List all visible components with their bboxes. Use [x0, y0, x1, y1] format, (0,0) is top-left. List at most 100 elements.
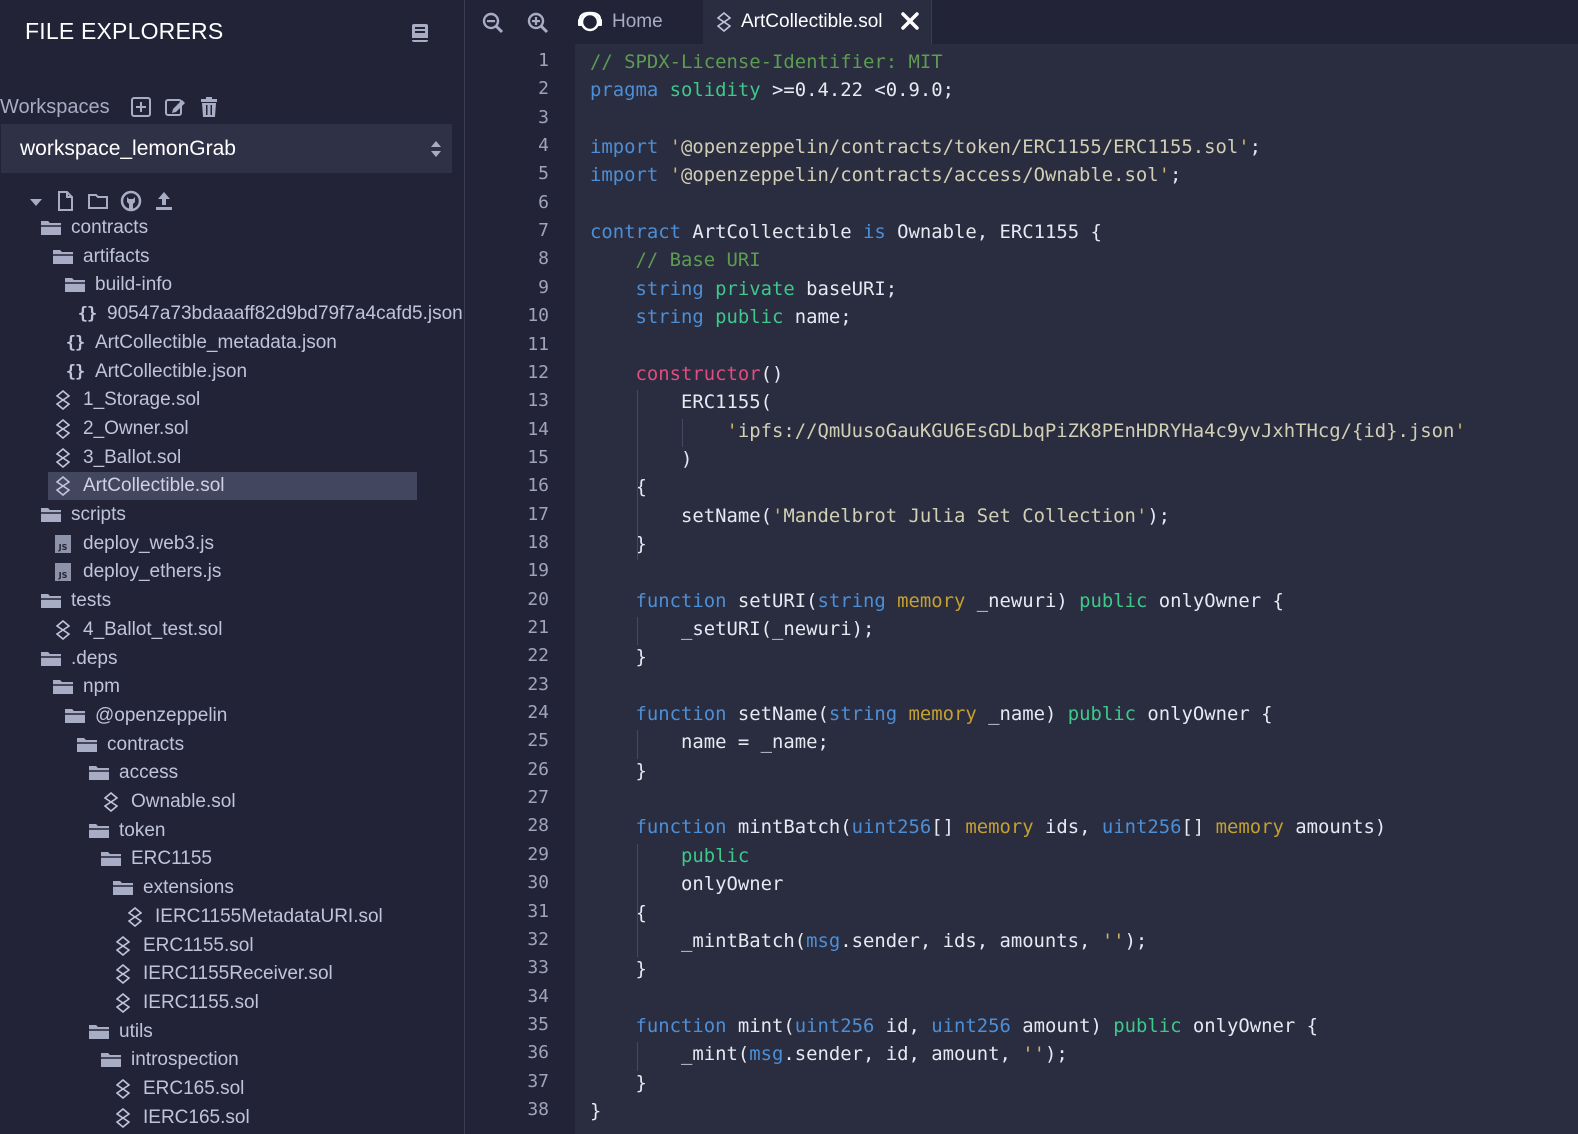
json-icon: {} [77, 304, 98, 325]
plus-square-icon[interactable] [130, 96, 152, 118]
tree-item-label: Ownable.sol [131, 791, 236, 812]
code-line: import '@openzeppelin/contracts/token/ER… [590, 136, 1262, 159]
zoom-in-icon[interactable] [527, 12, 549, 34]
tree-file[interactable]: ArtCollectible.sol [48, 472, 417, 501]
code-line: 'ipfs://QmUusoGauKGU6EsGDLbqPiZK8PEnHDRY… [726, 419, 1466, 442]
remix-logo-icon [578, 11, 602, 32]
tree-item-label: introspection [131, 1049, 239, 1071]
folder-icon [40, 591, 62, 611]
tree-file[interactable]: 4_Ballot_test.sol [52, 616, 222, 644]
tree-file[interactable]: IERC1155.sol [112, 989, 259, 1017]
tree-item-label: ERC165.sol [143, 1078, 245, 1099]
line-number: 16 [527, 475, 549, 497]
tree-item-label: tests [71, 590, 112, 612]
line-number: 14 [527, 418, 549, 440]
tree-folder[interactable]: extensions [112, 874, 234, 902]
select-arrows-icon [431, 141, 441, 157]
folder-icon [40, 649, 62, 669]
line-number: 10 [527, 305, 549, 327]
tree-file[interactable]: {} 90547a73bdaaaff82d9bd79f7a4cafd5.json [76, 300, 463, 328]
tree-folder[interactable]: contracts [40, 214, 148, 242]
code-line: { [590, 901, 647, 924]
tree-file[interactable]: {} ArtCollectible_metadata.json [64, 329, 337, 357]
edit-icon[interactable] [164, 96, 186, 118]
tree-folder[interactable]: @openzeppelin [64, 702, 227, 730]
solidity-icon [52, 447, 74, 468]
solidity-icon [124, 906, 146, 927]
indent-guide [636, 617, 638, 646]
line-number: 25 [527, 730, 549, 752]
tree-item-label: token [119, 819, 166, 841]
code-line: // Base URI [635, 249, 761, 272]
line-number: 3 [538, 106, 549, 128]
tab-artcollectible[interactable]: ArtCollectible.sol [703, 0, 932, 44]
tree-file[interactable]: 2_Owner.sol [52, 415, 189, 443]
folder-icon [64, 706, 86, 726]
tree-folder[interactable]: introspection [100, 1046, 239, 1074]
tree-item-label: ArtCollectible.sol [83, 475, 225, 497]
solidity-icon [717, 12, 731, 32]
tree-file[interactable]: IERC1155Receiver.sol [112, 960, 333, 988]
solidity-icon [52, 418, 74, 439]
tree-file[interactable]: {} ArtCollectible.json [64, 358, 247, 386]
tree-folder[interactable]: build-info [64, 271, 172, 299]
indent-guide [636, 1042, 638, 1071]
upload-icon[interactable] [153, 190, 175, 212]
tree-item-label: deploy_ethers.js [83, 561, 222, 583]
editor-area: Home ArtCollectible.sol 1 2 3 4 5 6 7 8 9 10 11 12 1… [465, 0, 1578, 1134]
code-line: function setName(string memory _name) pu… [635, 703, 1273, 726]
code-line: function setURI(string memory _newuri) p… [635, 589, 1284, 612]
tree-file[interactable]: Ownable.sol [100, 788, 236, 816]
trash-icon[interactable] [198, 96, 220, 118]
tree-folder[interactable]: ERC1155 [100, 845, 212, 873]
new-folder-icon[interactable] [87, 190, 109, 212]
tree-file[interactable]: JS deploy_ethers.js [52, 558, 221, 586]
solidity-icon [112, 1107, 134, 1128]
folder-icon [88, 1022, 110, 1042]
tree-item-label: IERC1155MetadataURI.sol [155, 905, 383, 927]
tree-folder[interactable]: .deps [40, 645, 117, 673]
tree-file[interactable]: IERC1155MetadataURI.sol [124, 903, 383, 931]
tree-folder[interactable]: token [88, 817, 165, 845]
tree-folder[interactable]: scripts [40, 501, 126, 529]
new-file-icon[interactable] [54, 190, 76, 212]
tree-folder[interactable]: npm [52, 673, 120, 701]
tree-item-label: 3_Ballot.sol [83, 446, 182, 468]
tree-file[interactable]: IERC165.sol [112, 1104, 250, 1132]
tab-home[interactable]: Home [577, 0, 663, 44]
tree-item-label: @openzeppelin [95, 704, 228, 726]
book-icon[interactable] [409, 22, 431, 44]
tree-file[interactable]: ERC165.sol [112, 1075, 244, 1103]
tree-folder[interactable]: artifacts [52, 243, 150, 271]
zoom-out-icon[interactable] [482, 12, 504, 34]
line-number: 38 [527, 1098, 549, 1120]
tree-item-label: 4_Ballot_test.sol [83, 618, 223, 640]
solidity-icon [112, 1079, 134, 1099]
code-line: function mintBatch(uint256[] memory ids,… [635, 816, 1387, 839]
tree-file[interactable]: 3_Ballot.sol [52, 444, 181, 472]
tree-file[interactable]: JS deploy_web3.js [52, 530, 214, 558]
caret-down-icon[interactable] [28, 190, 44, 212]
code-line: _mint(msg.sender, id, amount, ''); [590, 1043, 1068, 1066]
tree-item-label: ArtCollectible_metadata.json [95, 331, 337, 353]
code-line: } [590, 1099, 602, 1122]
close-icon[interactable] [899, 10, 921, 32]
tree-item-label: 2_Owner.sol [83, 417, 189, 439]
tab-home-label: Home [612, 11, 663, 32]
solidity-icon [112, 935, 134, 956]
tree-folder[interactable]: tests [40, 587, 111, 615]
line-number: 8 [538, 248, 549, 270]
workspace-select[interactable]: workspace_lemonGrab [1, 124, 452, 173]
tree-file[interactable]: 1_Storage.sol [52, 386, 200, 414]
code-line: string private baseURI; [635, 277, 898, 300]
indent-guide [682, 418, 684, 447]
tree-folder[interactable]: access [88, 759, 178, 787]
tree-folder[interactable]: contracts [76, 731, 184, 759]
line-number: 31 [527, 900, 549, 922]
tree-file[interactable]: ERC1155.sol [112, 932, 254, 960]
folder-icon [100, 1050, 122, 1070]
code-line: _mintBatch(msg.sender, ids, amounts, '')… [590, 929, 1148, 952]
folder-icon [76, 735, 98, 755]
github-icon[interactable] [120, 190, 142, 212]
tree-folder[interactable]: utils [88, 1018, 153, 1046]
